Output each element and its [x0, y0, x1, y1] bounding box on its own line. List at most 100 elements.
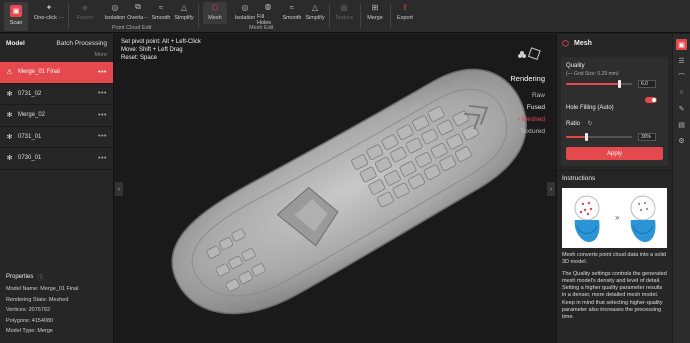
merge-button[interactable]: ⊞ Merge — [364, 2, 386, 24]
layers-icon[interactable]: ☰ — [676, 55, 687, 66]
model-panel-header: Model Batch Processing — [0, 34, 113, 52]
hole-filling-toggle[interactable] — [645, 97, 657, 103]
pc-smooth-label: Smooth — [151, 15, 171, 21]
ratio-slider-fill — [566, 136, 586, 138]
more-options-icon[interactable]: ••• — [98, 155, 107, 162]
export-button[interactable]: ⇪ Export — [394, 2, 416, 24]
toolbar-divider — [390, 4, 391, 28]
warning-icon: ⚠ — [6, 69, 13, 77]
scan-button[interactable]: ▣ Scan — [4, 2, 28, 31]
ratio-slider[interactable]: 30% — [566, 133, 663, 141]
isolation-icon: ◎ — [111, 2, 119, 12]
model-item-0730-01[interactable]: ✻ 0730_01 ••• — [0, 148, 113, 170]
hole-filling-row: Hole Filling (Auto) — [566, 96, 663, 111]
overlap-icon: ⧉ — [135, 2, 141, 11]
model-item-0731-01[interactable]: ✻ 0731_01 ••• — [0, 127, 113, 148]
ruler-icon[interactable]: ⌒ — [676, 71, 687, 82]
export-icon: ⇪ — [401, 2, 409, 12]
one-click-button[interactable]: ✦ One-click ··· — [34, 2, 64, 24]
mesh-settings-box: Quality (— Grid Size: 0.29 mm) 6.0 Hole … — [561, 57, 668, 166]
instructions-title: Instructions — [557, 170, 672, 186]
fill-holes-button[interactable]: ◍ Fill Holes — [257, 2, 279, 26]
mesh-isolation-button[interactable]: ◎ Isolation — [234, 2, 256, 24]
shoe-sole-model — [171, 68, 527, 315]
ratio-value-field[interactable]: 30% — [638, 133, 656, 141]
pc-smooth-button[interactable]: ≈ Smooth — [150, 2, 172, 24]
instructions-paragraph-2: The Quality settings controls the genera… — [562, 270, 667, 321]
mesh-icon: ⬡ — [562, 39, 569, 48]
toolbar-divider — [329, 4, 330, 28]
property-value: 2076792 — [28, 307, 51, 314]
more-options-icon[interactable]: ••• — [98, 90, 107, 97]
pc-isolation-button[interactable]: ◎ Isolation — [104, 2, 126, 24]
grid-size-text: (— Grid Size: 0.29 mm) — [566, 71, 619, 77]
property-key: Model Type: — [6, 328, 36, 335]
more-link[interactable]: More — [0, 52, 113, 62]
more-options-icon[interactable]: ••• — [98, 112, 107, 119]
quality-value-field[interactable]: 6.0 — [638, 80, 656, 88]
mesh-label: Mesh — [208, 15, 222, 21]
render-mode-textured[interactable]: Textured — [510, 128, 545, 140]
simplify-icon: △ — [311, 2, 319, 12]
point-cloud-icon: ✻ — [6, 155, 13, 163]
model-item-0731-02[interactable]: ✻ 0731_02 ••• — [0, 84, 113, 105]
batch-processing-link[interactable]: Batch Processing — [56, 40, 107, 47]
merge-label: Merge — [367, 15, 383, 21]
mesh-tool-icon[interactable]: ▣ — [676, 39, 687, 50]
mesh-illustration: » — [562, 188, 667, 248]
hole-filling-label: Hole Filling (Auto) — [566, 105, 614, 111]
mesh-simplify-label: Simplify — [305, 15, 325, 21]
model-item-merge-01-final[interactable]: ⚠ Merge_01 Final ••• — [0, 62, 113, 84]
quality-slider-handle[interactable] — [617, 80, 621, 88]
group-point-cloud-label: Point Cloud Edit — [112, 25, 152, 31]
collapse-right-panel-button[interactable]: › — [547, 182, 555, 196]
comment-icon[interactable]: ○ — [676, 87, 687, 98]
reset-hint: Reset: Space — [121, 55, 158, 61]
mesh-settings-panel: ⬡ Mesh Quality (— Grid Size: 0.29 mm) 6.… — [556, 34, 672, 343]
model-panel: Model Batch Processing More ⚠ Merge_01 F… — [0, 34, 114, 343]
instructions-paragraph-1: Mesh converts point cloud data into a so… — [562, 252, 666, 266]
refresh-icon[interactable]: ↻ — [587, 121, 592, 127]
property-value: 4154080 — [31, 317, 54, 324]
settings-icon[interactable]: ⚙ — [676, 135, 687, 146]
render-mode-meshed[interactable]: • Meshed — [510, 116, 545, 128]
model-panel-title: Model — [6, 39, 25, 47]
fusion-button[interactable]: ◈ Fusion — [74, 2, 96, 24]
mesh-panel-title: Mesh — [574, 39, 592, 47]
collapse-left-panel-button[interactable]: ‹ — [115, 182, 123, 196]
more-options-icon[interactable]: ••• — [98, 133, 107, 140]
view-controls[interactable] — [515, 44, 541, 66]
model-item-label: 0731_02 — [18, 90, 42, 97]
texture-button[interactable]: ▦ Texture — [333, 2, 355, 24]
mesh-panel-header: ⬡ Mesh — [557, 34, 672, 52]
mesh-smooth-button[interactable]: ≈ Smooth — [281, 2, 303, 24]
ratio-row: Ratio ↻ — [566, 112, 663, 130]
chart-icon[interactable]: ▤ — [676, 119, 687, 130]
toolbar-divider — [198, 4, 199, 28]
mesh-icon: ⬡ — [211, 2, 219, 12]
property-key: Rendering State: — [6, 296, 48, 303]
mesh-simplify-button[interactable]: △ Simplify — [304, 2, 326, 24]
property-model-name: Model Name: Merge_01 Final — [0, 284, 114, 295]
info-icon[interactable]: ⓘ — [37, 273, 43, 282]
overlap-button[interactable]: ⧉ Overla··· — [127, 2, 149, 24]
render-mode-fused[interactable]: Fused — [510, 104, 545, 116]
mesh-button[interactable]: ⬡ Mesh — [203, 2, 227, 24]
3d-viewport[interactable]: Set pivot point: Alt + Left-Click Move: … — [115, 34, 555, 343]
ratio-slider-handle[interactable] — [584, 133, 588, 141]
scan-label: Scan — [9, 20, 23, 26]
scan-icon: ▣ — [10, 5, 22, 17]
model-item-merge-02[interactable]: ✻ Merge_02 ••• — [0, 105, 113, 127]
pc-simplify-button[interactable]: △ Simplify — [173, 2, 195, 24]
property-key: Vertices: — [6, 307, 28, 314]
fusion-icon: ◈ — [81, 2, 89, 12]
one-click-icon: ✦ — [45, 2, 53, 12]
pc-simplify-label: Simplify — [174, 15, 194, 21]
group-mesh-label: Mesh Edit — [249, 25, 274, 31]
quality-slider[interactable]: 6.0 — [566, 80, 663, 88]
toolbar-divider — [68, 4, 69, 28]
more-options-icon[interactable]: ••• — [98, 69, 107, 76]
brush-icon[interactable]: ✎ — [676, 103, 687, 114]
apply-button[interactable]: Apply — [566, 147, 663, 160]
render-mode-raw[interactable]: Raw — [510, 92, 545, 104]
